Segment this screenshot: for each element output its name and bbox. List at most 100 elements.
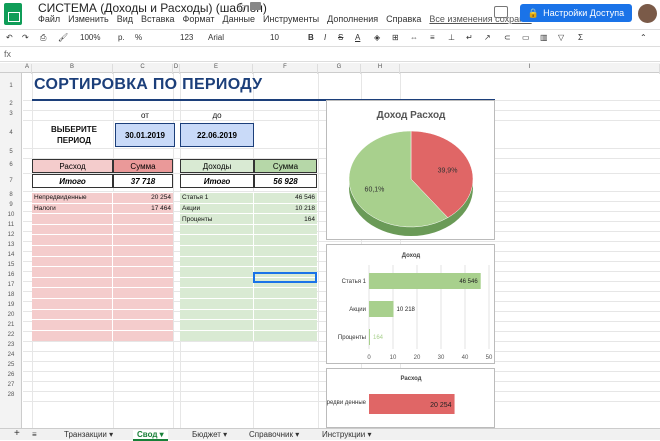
chart-icon[interactable]: ▥ — [540, 33, 548, 42]
menu-3[interactable]: Вставка — [141, 14, 174, 24]
paint-format-icon[interactable]: 🖌 — [58, 33, 68, 42]
chevron-down-icon[interactable]: ▾ — [107, 430, 113, 439]
income-total-label: Итого — [180, 174, 254, 188]
row-header[interactable]: 13 — [0, 242, 22, 248]
tab-0[interactable]: Транзакции ▾ — [60, 430, 117, 441]
menu-8[interactable]: Справка — [386, 14, 421, 24]
row-header[interactable]: 27 — [0, 382, 22, 388]
row-header[interactable]: 2 — [0, 101, 22, 107]
currency-button[interactable]: р. — [118, 33, 125, 42]
column-separator — [112, 192, 113, 341]
row-header[interactable]: 1 — [0, 83, 22, 89]
tab-4[interactable]: Инструкции ▾ — [318, 430, 375, 441]
italic-button[interactable]: I — [324, 33, 326, 42]
link-icon[interactable]: ⊂ — [504, 33, 511, 42]
pie-chart-svg: Доход Расход 39,9% 60,1% — [348, 110, 474, 236]
menu-0[interactable]: Файл — [38, 14, 60, 24]
chevron-down-icon[interactable]: ▾ — [221, 430, 227, 439]
chevron-down-icon[interactable]: ▾ — [365, 430, 371, 439]
menu-5[interactable]: Данные — [222, 14, 255, 24]
row-header[interactable]: 4 — [0, 130, 22, 136]
functions-icon[interactable]: Σ — [578, 33, 583, 42]
borders-icon[interactable]: ⊞ — [392, 33, 399, 42]
align-icon[interactable]: ≡ — [430, 33, 435, 42]
menu-6[interactable]: Инструменты — [263, 14, 319, 24]
merge-cells-icon[interactable]: ⇔ — [410, 33, 418, 42]
row-header[interactable]: 3 — [0, 111, 22, 117]
row-header[interactable]: 23 — [0, 342, 22, 348]
selected-cell[interactable] — [253, 272, 317, 283]
row-header[interactable]: 20 — [0, 312, 22, 318]
add-sheet-button[interactable]: + — [10, 428, 24, 439]
row-header[interactable]: 25 — [0, 362, 22, 368]
folder-icon[interactable] — [250, 2, 261, 10]
tab-2[interactable]: Бюджет ▾ — [188, 430, 231, 441]
to-date-field[interactable]: 22.06.2019 — [180, 123, 254, 147]
chevron-down-icon[interactable]: ▾ — [157, 430, 164, 439]
share-button[interactable]: 🔒 Настройки Доступа — [520, 4, 632, 22]
wrap-icon[interactable]: ↵ — [466, 33, 473, 42]
row-header[interactable]: 26 — [0, 372, 22, 378]
row-header[interactable]: 17 — [0, 282, 22, 288]
avatar[interactable] — [638, 4, 657, 23]
expense-bar-chart[interactable]: Расход Непредви денные 20 254 — [316, 368, 495, 428]
column-headers: ABCDEFGHI — [0, 63, 660, 74]
row-header[interactable]: 9 — [0, 202, 22, 208]
row-header[interactable]: 8 — [0, 192, 22, 198]
sheets-logo-icon[interactable] — [4, 3, 22, 25]
all-sheets-button[interactable]: ≡ — [28, 430, 41, 441]
document-title[interactable]: СИСТЕМА (Доходы и Расходы) (шаблон) — [38, 1, 267, 15]
strikethrough-button[interactable]: S — [338, 33, 343, 42]
row-header[interactable]: 5 — [0, 149, 22, 155]
row-header[interactable]: 14 — [0, 252, 22, 258]
zoom-select[interactable]: 100% — [80, 33, 100, 42]
formula-bar[interactable]: fx — [0, 48, 660, 62]
table-cell-expense-name: Непредвиденные — [34, 194, 87, 201]
row-header[interactable]: 6 — [0, 162, 22, 168]
bar[interactable] — [369, 329, 370, 345]
tab-3[interactable]: Справочник ▾ — [245, 430, 303, 441]
row-header[interactable]: 24 — [0, 352, 22, 358]
tab-1[interactable]: Свод ▾ — [133, 430, 168, 441]
filter-icon[interactable]: ▽ — [558, 33, 564, 42]
pie-chart[interactable]: Доход Расход 39,9% 60,1% — [326, 100, 495, 240]
row-header[interactable]: 28 — [0, 392, 22, 398]
row-header[interactable]: 11 — [0, 222, 22, 228]
from-date-field[interactable]: 30.01.2019 — [115, 123, 175, 147]
chevron-down-icon[interactable]: ▾ — [293, 430, 299, 439]
row-header[interactable]: 18 — [0, 292, 22, 298]
percent-button[interactable]: % — [135, 33, 142, 42]
bar[interactable] — [369, 301, 394, 317]
more-formats-select[interactable]: 123 — [180, 33, 193, 42]
row-header[interactable]: 10 — [0, 212, 22, 218]
column-gridline — [318, 73, 319, 428]
text-color-button[interactable]: A — [355, 33, 360, 42]
row-header[interactable]: 16 — [0, 272, 22, 278]
save-status[interactable]: Все изменения сохран... — [429, 14, 531, 24]
menu-2[interactable]: Вид — [117, 14, 133, 24]
row-header[interactable]: 7 — [0, 178, 22, 184]
undo-icon[interactable]: ↶ — [6, 33, 13, 42]
comments-icon[interactable] — [494, 6, 508, 18]
font-select[interactable]: Arial — [208, 33, 224, 42]
row-header[interactable]: 22 — [0, 332, 22, 338]
font-size-select[interactable]: 10 — [270, 33, 279, 42]
row-header[interactable]: 12 — [0, 232, 22, 238]
redo-icon[interactable]: ↷ — [22, 33, 29, 42]
menu-4[interactable]: Формат — [183, 14, 215, 24]
row-header[interactable]: 19 — [0, 302, 22, 308]
rotate-icon[interactable]: ↗ — [484, 33, 491, 42]
collapse-icon[interactable]: ⌃ — [640, 33, 647, 42]
fill-color-icon[interactable]: ◈ — [374, 33, 380, 42]
comment-icon[interactable]: ▭ — [522, 33, 530, 42]
income-bar-chart[interactable]: Доход 0 10 20 30 40 50 Статья 1 46 546 Акции 10 2… — [326, 244, 495, 364]
print-icon[interactable]: ⎙ — [40, 33, 46, 43]
menu-7[interactable]: Дополнения — [327, 14, 378, 24]
row-header[interactable]: 21 — [0, 322, 22, 328]
menu-1[interactable]: Изменить — [68, 14, 109, 24]
valign-icon[interactable]: ⊥ — [448, 33, 455, 42]
bold-button[interactable]: B — [308, 33, 314, 42]
pie-label-0: 60,1% — [365, 186, 385, 193]
star-icon[interactable]: ☆ — [236, 0, 247, 14]
row-header[interactable]: 15 — [0, 262, 22, 268]
